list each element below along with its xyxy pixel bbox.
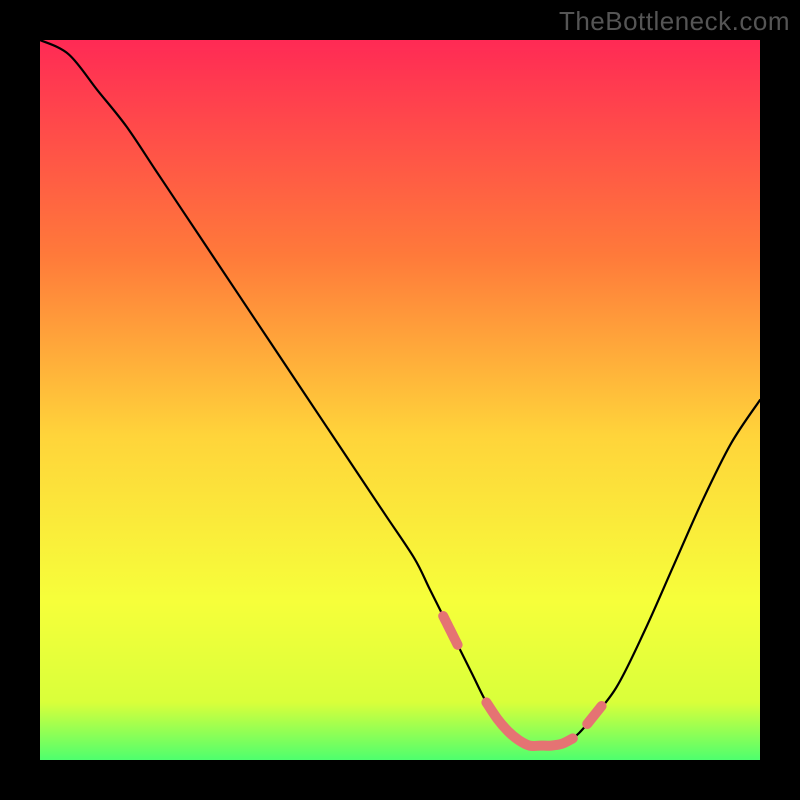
gradient-background <box>40 40 760 760</box>
watermark-text: TheBottleneck.com <box>559 6 790 37</box>
plot-svg <box>40 40 760 760</box>
chart-stage: TheBottleneck.com <box>0 0 800 800</box>
bottleneck-plot <box>40 40 760 760</box>
